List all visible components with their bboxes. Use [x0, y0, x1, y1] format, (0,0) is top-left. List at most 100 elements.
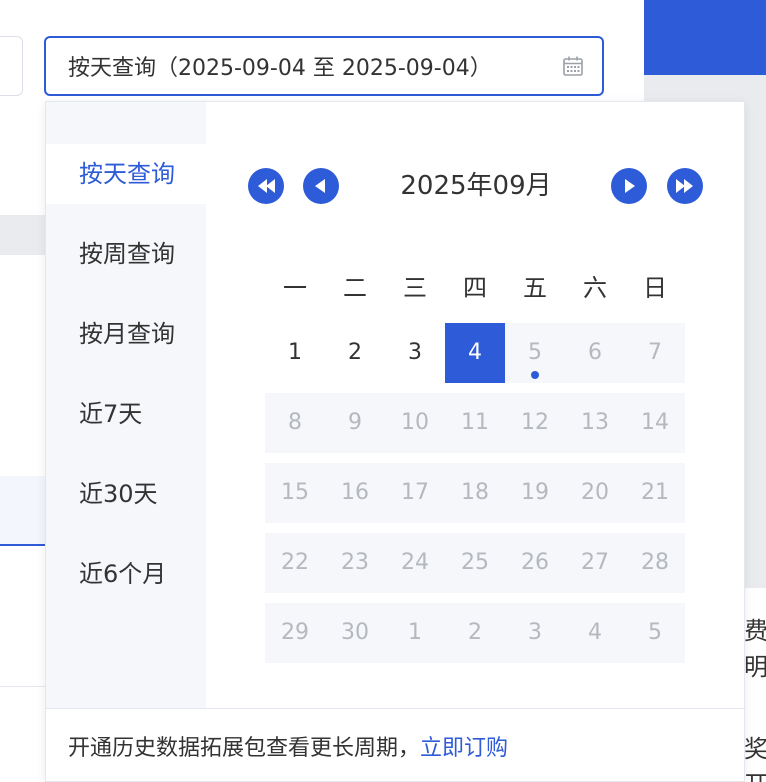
- prev-month-button[interactable]: [303, 168, 339, 204]
- date-number: 17: [401, 480, 429, 505]
- date-number: 16: [341, 480, 369, 505]
- weekday-header: 三: [403, 274, 427, 302]
- date-cell: 27: [565, 533, 625, 593]
- date-cell: 17: [385, 463, 445, 523]
- date-cell: 10: [385, 393, 445, 453]
- date-number: 22: [281, 550, 309, 575]
- date-number: 11: [461, 410, 489, 435]
- date-cell: 29: [265, 603, 325, 663]
- background-text: 费: [744, 617, 766, 645]
- date-picker-popup: 按天查询 按周查询 按月查询 近7天 近30天 近6个月 2025年09月 一 …: [45, 101, 746, 782]
- background-header-bar: [644, 0, 766, 75]
- date-number: 8: [288, 410, 302, 435]
- selected-date-cell[interactable]: 4: [445, 323, 505, 383]
- date-number: 5: [648, 620, 662, 645]
- background-text: 明: [744, 653, 766, 681]
- next-year-button[interactable]: [667, 168, 703, 204]
- date-cell: 23: [325, 533, 385, 593]
- date-number: 23: [341, 550, 369, 575]
- date-number: 5: [528, 340, 542, 365]
- date-number: 21: [641, 480, 669, 505]
- date-cell: 14: [625, 393, 685, 453]
- shortcut-sidebar: 按天查询 按周查询 按月查询 近7天 近30天 近6个月: [46, 102, 206, 708]
- date-number: 24: [401, 550, 429, 575]
- date-number: 3: [408, 340, 422, 365]
- weekday-header: 四: [463, 274, 487, 302]
- date-number: 4: [588, 620, 602, 645]
- date-cell: 6: [565, 323, 625, 383]
- date-number: 20: [581, 480, 609, 505]
- date-number: 1: [408, 620, 422, 645]
- date-cell[interactable]: 1: [265, 323, 325, 383]
- date-cell: 21: [625, 463, 685, 523]
- date-cell: 15: [265, 463, 325, 523]
- weekday-header: 日: [643, 274, 667, 302]
- shortcut-last-7-days[interactable]: 近7天: [46, 384, 206, 444]
- date-number: 28: [641, 550, 669, 575]
- date-number: 18: [461, 480, 489, 505]
- next-month-button[interactable]: [611, 168, 647, 204]
- date-cell: 5: [505, 323, 565, 383]
- date-cell: 7: [625, 323, 685, 383]
- date-cell: 11: [445, 393, 505, 453]
- shortcut-by-month[interactable]: 按月查询: [46, 304, 206, 364]
- date-cell: 28: [625, 533, 685, 593]
- next-year-icon: [676, 179, 693, 193]
- next-month-icon: [625, 179, 635, 193]
- background-active-tab: [0, 476, 46, 546]
- weekday-header: 六: [583, 274, 607, 302]
- date-number: 10: [401, 410, 429, 435]
- prev-year-button[interactable]: [248, 168, 284, 204]
- background-text: 奖: [744, 735, 766, 763]
- date-number: 25: [461, 550, 489, 575]
- weekday-header: 五: [523, 274, 547, 302]
- date-cell[interactable]: 2: [325, 323, 385, 383]
- prev-year-icon: [258, 179, 275, 193]
- date-cell: 12: [505, 393, 565, 453]
- subscribe-link[interactable]: 立即订购: [420, 730, 508, 762]
- date-cell: 22: [265, 533, 325, 593]
- date-number: 3: [528, 620, 542, 645]
- date-cell: 24: [385, 533, 445, 593]
- date-cell: 20: [565, 463, 625, 523]
- today-indicator-dot: [531, 371, 539, 379]
- footer-text: 开通历史数据拓展包查看更长周期，: [68, 736, 421, 761]
- date-cell: 25: [445, 533, 505, 593]
- date-cell: 3: [505, 603, 565, 663]
- date-cell: 18: [445, 463, 505, 523]
- background-divider: [0, 686, 46, 687]
- date-cell: 9: [325, 393, 385, 453]
- date-number: 9: [348, 410, 362, 435]
- background-text: 开: [744, 768, 766, 782]
- date-cell: 2: [445, 603, 505, 663]
- date-number: 2: [468, 620, 482, 645]
- date-cell[interactable]: 3: [385, 323, 445, 383]
- date-cell: 30: [325, 603, 385, 663]
- date-number: 6: [588, 340, 602, 365]
- shortcut-by-week[interactable]: 按周查询: [46, 224, 206, 284]
- date-cell: 19: [505, 463, 565, 523]
- date-number: 15: [281, 480, 309, 505]
- date-number: 13: [581, 410, 609, 435]
- date-number: 2: [348, 340, 362, 365]
- date-number: 29: [281, 620, 309, 645]
- popup-footer: 开通历史数据拓展包查看更长周期， 立即订购: [46, 708, 746, 782]
- date-number: 27: [581, 550, 609, 575]
- calendar-icon[interactable]: [562, 55, 584, 77]
- month-title: 2025年09月: [400, 171, 552, 201]
- date-number: 4: [468, 340, 482, 365]
- date-number: 14: [641, 410, 669, 435]
- date-number: 26: [521, 550, 549, 575]
- weekday-header: 一: [283, 274, 307, 302]
- date-cell: 16: [325, 463, 385, 523]
- shortcut-by-day[interactable]: 按天查询: [46, 144, 206, 204]
- shortcut-last-6-months[interactable]: 近6个月: [46, 544, 206, 604]
- date-range-input[interactable]: 按天查询（2025-09-04 至 2025-09-04）: [44, 36, 604, 96]
- date-number: 19: [521, 480, 549, 505]
- date-cell: 8: [265, 393, 325, 453]
- date-number: 7: [648, 340, 662, 365]
- shortcut-last-30-days[interactable]: 近30天: [46, 464, 206, 524]
- background-input: [0, 36, 23, 96]
- date-range-value: 按天查询（2025-09-04 至 2025-09-04）: [68, 56, 492, 81]
- prev-month-icon: [315, 179, 325, 193]
